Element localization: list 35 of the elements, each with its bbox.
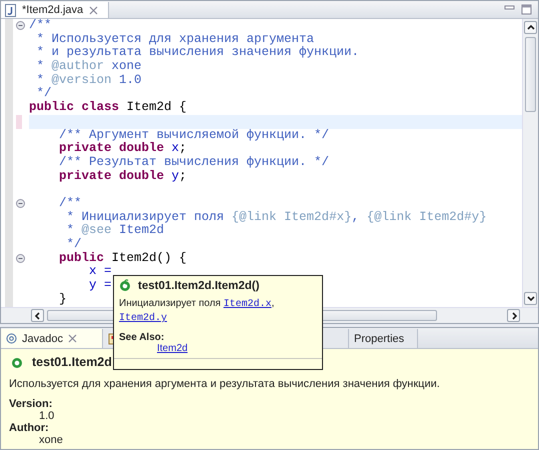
code-line: public class Item2d {	[29, 101, 187, 115]
member-link[interactable]: Item2d.y	[119, 313, 168, 324]
code-line: * @version 1.0	[36, 74, 142, 87]
code-line: }	[58, 292, 67, 306]
code-line: */	[36, 87, 52, 101]
member-link[interactable]: Item2d.x	[223, 299, 272, 310]
code-line: * Используется для хранения аргумента	[36, 32, 314, 46]
code-line: /**	[29, 19, 52, 33]
panel-tab[interactable]: Properties	[349, 329, 418, 348]
field-label: Author:	[9, 422, 50, 434]
code-line: * @author xone	[36, 60, 142, 74]
see-also-link[interactable]: Item2d	[157, 343, 188, 354]
popup-text: Инициализирует поля	[119, 298, 221, 309]
code-line: y =	[88, 279, 112, 293]
comma: ,	[272, 298, 274, 309]
field-value: 1.0	[38, 410, 56, 422]
field-label: Version:	[9, 398, 54, 410]
popup-title: test01.Item2d.Item2d()	[138, 280, 260, 292]
code-line: /** Аргумент вычисляемой функции. */	[58, 128, 330, 142]
see-also-label: See Also:	[119, 332, 166, 343]
code-line: /** Результат вычисления функции. */	[58, 156, 330, 170]
code-line: private double x;	[58, 142, 187, 156]
panel-tab[interactable]: Javadoc	[1, 329, 103, 348]
code-line: */	[66, 238, 82, 252]
class-title: test01.Item2d	[32, 355, 112, 369]
code-line: public Item2d() {	[58, 252, 187, 266]
editor-tab[interactable]: *Item2d.java	[1, 2, 110, 18]
code-line: * Инициализирует поля {@link Item2d#x}, {@link Item2d#y}	[66, 210, 487, 224]
code-line: * @see Item2d	[66, 224, 164, 238]
code-line: /**	[58, 196, 82, 211]
class-description: Используется для хранения аргумента и результата вычисления значения функции.	[9, 378, 441, 390]
field-value: xone	[38, 434, 64, 446]
code-line: x =	[88, 265, 112, 280]
code-line: * и результата вычисления значения функции.	[36, 46, 360, 60]
code-line: private double y;	[58, 170, 187, 184]
